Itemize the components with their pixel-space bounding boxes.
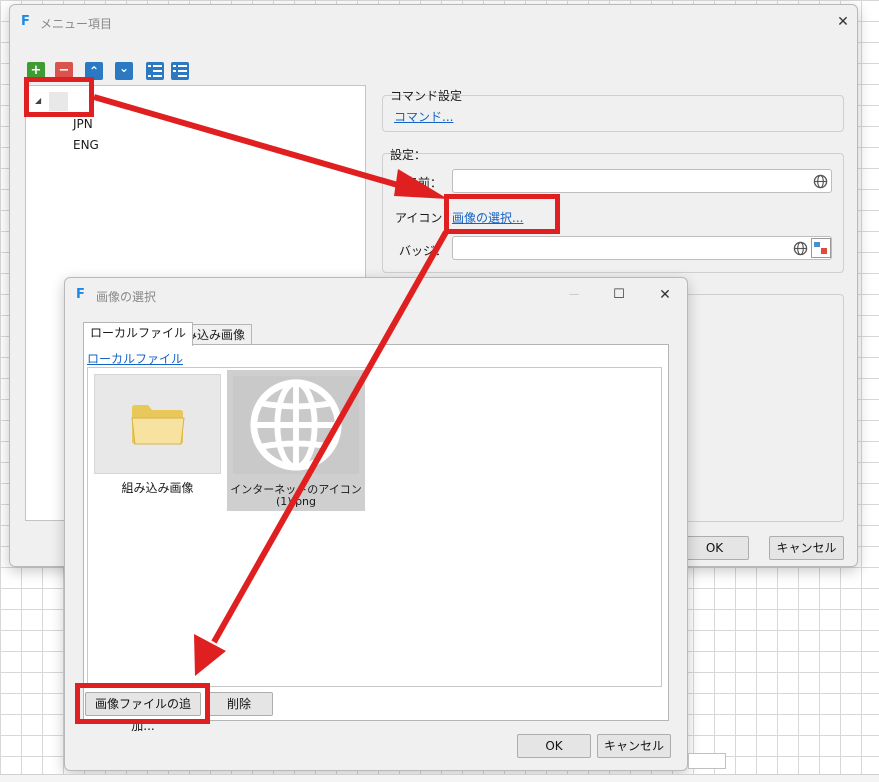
menu-item-title: メニュー項目 bbox=[40, 17, 113, 31]
breadcrumb[interactable]: ローカルファイル bbox=[87, 350, 183, 367]
tree-item-jpn[interactable]: JPN bbox=[73, 117, 93, 131]
tile-label-line2: (1).png bbox=[275, 495, 316, 508]
cancel-button[interactable]: キャンセル bbox=[769, 536, 844, 560]
maximize-button[interactable]: ☐ bbox=[607, 284, 631, 306]
cancel-button[interactable]: キャンセル bbox=[597, 734, 671, 758]
tile-builtin-images[interactable]: 組み込み画像 bbox=[94, 374, 221, 499]
folder-icon bbox=[131, 405, 185, 445]
minimize-button[interactable]: — bbox=[562, 284, 586, 306]
delete-button[interactable]: 削除 bbox=[205, 692, 273, 716]
image-select-titlebar: F 画像の選択 — ☐ ✕ bbox=[65, 278, 687, 312]
tile-label: 組み込み画像 bbox=[121, 481, 194, 495]
status-strip bbox=[0, 774, 879, 782]
scroll-field bbox=[688, 753, 726, 769]
app-logo-icon: F bbox=[21, 14, 30, 29]
name-field[interactable] bbox=[452, 169, 832, 193]
globe-icon bbox=[250, 379, 342, 471]
tile-internet-icon[interactable]: インターネットのアイコン (1).png bbox=[227, 370, 365, 511]
tab-local-file[interactable]: ローカルファイル bbox=[83, 322, 194, 346]
app-logo-icon: F bbox=[76, 287, 85, 302]
indent-icon[interactable] bbox=[146, 62, 164, 80]
globe-icon[interactable] bbox=[813, 174, 828, 189]
highlight-add-button bbox=[75, 683, 210, 724]
badge-field[interactable] bbox=[452, 236, 832, 260]
move-down-button[interactable]: ⌄ bbox=[115, 62, 133, 80]
ok-button[interactable]: OK bbox=[517, 734, 591, 758]
close-button[interactable]: ✕ bbox=[653, 284, 677, 306]
tree-item-eng[interactable]: ENG bbox=[73, 138, 99, 152]
globe-icon[interactable] bbox=[793, 241, 808, 256]
menu-item-titlebar: F メニュー項目 ✕ bbox=[10, 5, 857, 39]
tile-thumbnail bbox=[94, 374, 221, 474]
close-button[interactable]: ✕ bbox=[831, 11, 855, 33]
settings-title: 設定： bbox=[390, 148, 427, 162]
ok-button[interactable]: OK bbox=[680, 536, 749, 560]
command-link[interactable]: コマンド... bbox=[394, 108, 453, 125]
image-select-title: 画像の選択 bbox=[96, 290, 157, 304]
name-label: 名前： bbox=[406, 176, 443, 190]
highlight-select-image bbox=[444, 194, 560, 234]
outdent-icon[interactable] bbox=[171, 62, 189, 80]
highlight-tree-node bbox=[24, 77, 94, 117]
command-settings-title: コマンド設定 bbox=[390, 89, 463, 103]
tile-thumbnail bbox=[233, 376, 359, 474]
badge-label: バッジ： bbox=[399, 244, 448, 258]
badge-style-icon[interactable] bbox=[811, 238, 831, 258]
